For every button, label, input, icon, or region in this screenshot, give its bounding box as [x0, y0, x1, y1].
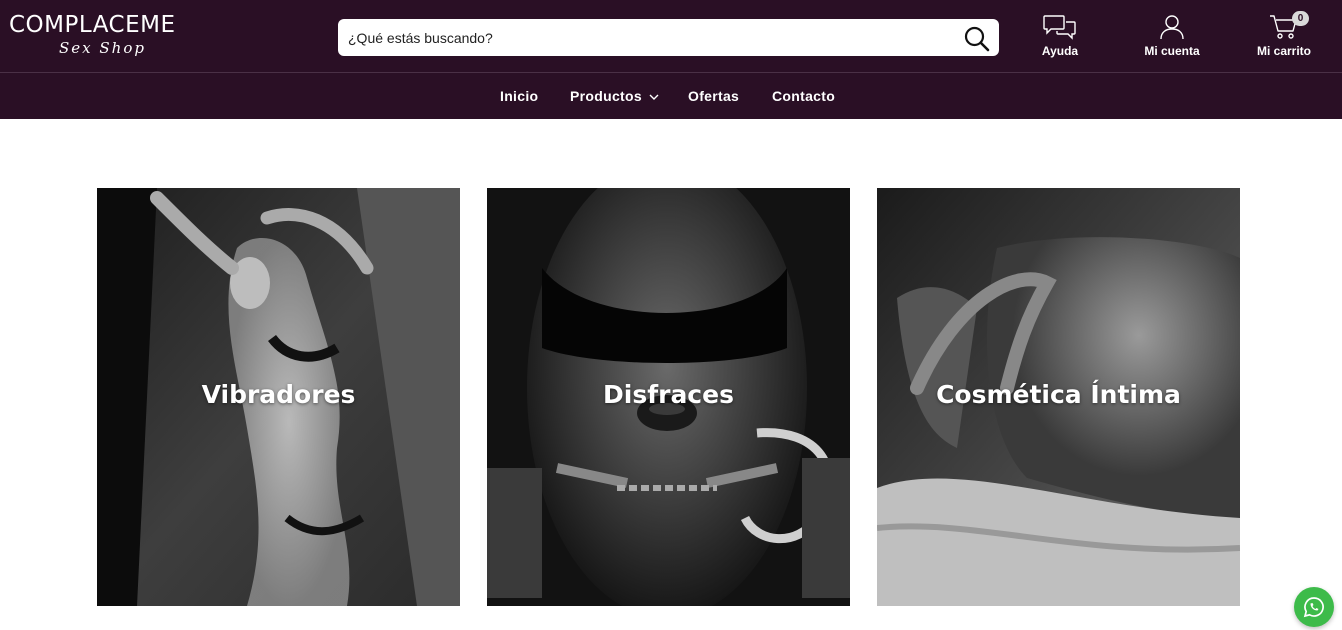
nav-item-contacto[interactable]: Contacto [772, 88, 835, 104]
nav-item-ofertas[interactable]: Ofertas [688, 88, 739, 104]
chat-bubbles-icon [1032, 14, 1088, 40]
account-button[interactable]: Mi cuenta [1140, 14, 1204, 62]
help-label: Ayuda [1041, 44, 1079, 58]
whatsapp-button[interactable] [1294, 587, 1334, 627]
category-tile-cosmetica-intima[interactable]: Cosmética Íntima [877, 188, 1240, 606]
nav-item-label: Productos [570, 88, 642, 104]
search-input[interactable] [348, 19, 948, 56]
cart-button[interactable]: 0 Mi carrito [1254, 11, 1314, 62]
brand-logo[interactable]: COMPLACEME Sex Shop [9, 12, 189, 62]
category-tile-vibradores[interactable]: Vibradores [97, 188, 460, 606]
nav-item-productos[interactable]: Productos [570, 88, 659, 104]
brand-tagline: Sex Shop [59, 39, 146, 57]
search-bar [338, 19, 999, 56]
nav-item-inicio[interactable]: Inicio [500, 88, 538, 104]
brand-name: COMPLACEME [9, 12, 176, 38]
category-label: Vibradores [201, 380, 356, 409]
chevron-down-icon [649, 88, 659, 104]
cart-label: Mi carrito [1256, 44, 1311, 58]
account-label: Mi cuenta [1144, 44, 1200, 58]
main-nav: Inicio Productos Ofertas Contacto [0, 74, 1342, 119]
user-icon [1140, 14, 1204, 40]
cart-count-badge: 0 [1292, 11, 1309, 26]
search-icon[interactable] [963, 25, 991, 53]
category-label: Cosmética Íntima [936, 380, 1181, 409]
cart-icon: 0 [1254, 11, 1314, 40]
category-tile-disfraces[interactable]: Disfraces [487, 188, 850, 606]
help-button[interactable]: Ayuda [1032, 14, 1088, 62]
category-label: Disfraces [603, 380, 734, 409]
site-header: COMPLACEME Sex Shop Ayuda [0, 0, 1342, 119]
header-top-bar: COMPLACEME Sex Shop Ayuda [0, 0, 1342, 73]
